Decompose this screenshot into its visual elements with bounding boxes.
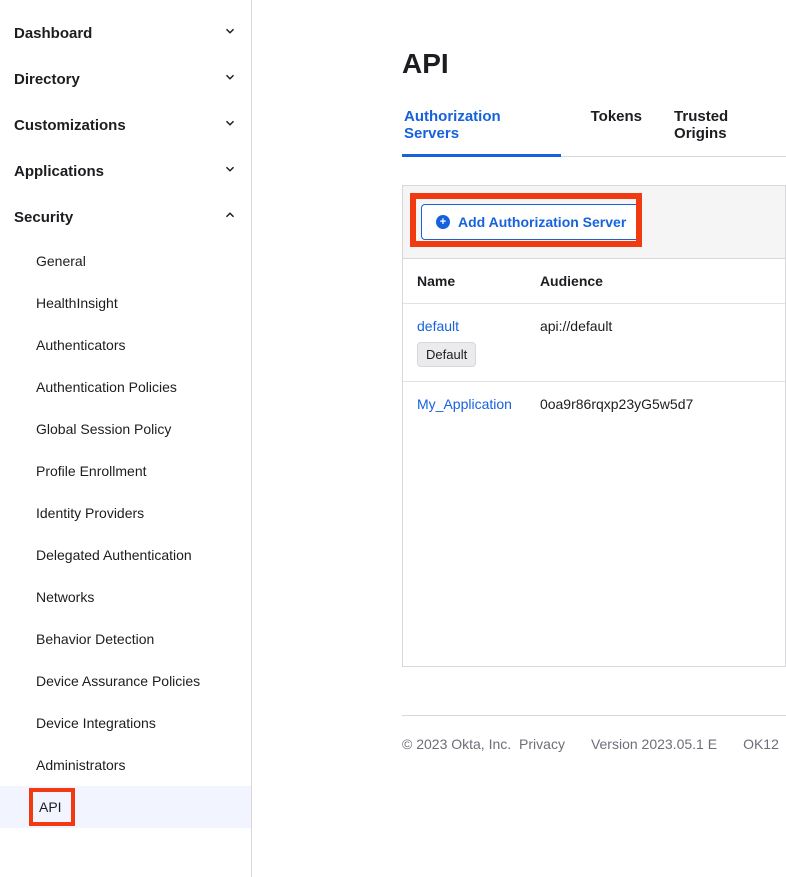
- col-name: Name: [403, 259, 526, 304]
- sidebar-sub-networks[interactable]: Networks: [0, 576, 251, 618]
- table-row: My_Application 0oa9r86rqxp23yG5w5d7: [403, 382, 785, 427]
- add-authorization-server-button[interactable]: + Add Authorization Server: [421, 204, 641, 240]
- sidebar-item-security[interactable]: Security: [0, 194, 251, 240]
- sidebar-sub-api[interactable]: API: [0, 786, 251, 828]
- chevron-down-icon: [223, 162, 237, 180]
- footer-privacy-link[interactable]: Privacy: [519, 736, 565, 752]
- sidebar-item-label: Directory: [14, 71, 80, 88]
- sidebar-sub-device-assurance-policies[interactable]: Device Assurance Policies: [0, 660, 251, 702]
- sidebar-sub-administrators[interactable]: Administrators: [0, 744, 251, 786]
- authorization-servers-panel: + Add Authorization Server Name Audience…: [402, 185, 786, 667]
- chevron-down-icon: [223, 116, 237, 134]
- sidebar-sub-profile-enrollment[interactable]: Profile Enrollment: [0, 450, 251, 492]
- sidebar-item-label: Security: [14, 209, 73, 226]
- chevron-down-icon: [223, 70, 237, 88]
- tab-authorization-servers[interactable]: Authorization Servers: [402, 108, 561, 157]
- sidebar-sub-behavior-detection[interactable]: Behavior Detection: [0, 618, 251, 660]
- table-row: default Default api://default: [403, 304, 785, 382]
- chevron-down-icon: [223, 24, 237, 42]
- panel-spacer: [403, 426, 785, 666]
- chevron-up-icon: [223, 208, 237, 226]
- tab-trusted-origins[interactable]: Trusted Origins: [672, 108, 786, 156]
- server-name-link[interactable]: default: [417, 318, 459, 334]
- audience-cell: api://default: [526, 304, 785, 382]
- sidebar-sub-delegated-authentication[interactable]: Delegated Authentication: [0, 534, 251, 576]
- sidebar: Dashboard Directory Customizations Appli…: [0, 0, 252, 877]
- sidebar-item-customizations[interactable]: Customizations: [0, 102, 251, 148]
- footer-version: Version 2023.05.1 E: [591, 736, 717, 752]
- tab-tokens[interactable]: Tokens: [589, 108, 644, 156]
- audience-cell: 0oa9r86rqxp23yG5w5d7: [526, 382, 785, 427]
- sidebar-sub-device-integrations[interactable]: Device Integrations: [0, 702, 251, 744]
- sidebar-sub-authentication-policies[interactable]: Authentication Policies: [0, 366, 251, 408]
- footer: © 2023 Okta, Inc. Privacy Version 2023.0…: [402, 715, 786, 752]
- add-button-label: Add Authorization Server: [458, 214, 626, 230]
- tabs: Authorization Servers Tokens Trusted Ori…: [402, 108, 786, 157]
- page-title: API: [402, 48, 786, 80]
- server-name-link[interactable]: My_Application: [417, 396, 512, 412]
- sidebar-item-applications[interactable]: Applications: [0, 148, 251, 194]
- footer-cell: OK12: [743, 736, 779, 752]
- col-audience: Audience: [526, 259, 785, 304]
- sidebar-sub-global-session-policy[interactable]: Global Session Policy: [0, 408, 251, 450]
- sidebar-item-label: Applications: [14, 163, 104, 180]
- default-badge: Default: [417, 342, 476, 367]
- sidebar-item-label: Dashboard: [14, 25, 92, 42]
- sidebar-item-dashboard[interactable]: Dashboard: [0, 10, 251, 56]
- main-content: API Authorization Servers Tokens Trusted…: [252, 0, 786, 877]
- plus-circle-icon: +: [436, 215, 450, 229]
- sidebar-item-directory[interactable]: Directory: [0, 56, 251, 102]
- sidebar-sub-general[interactable]: General: [0, 240, 251, 282]
- sidebar-sub-authenticators[interactable]: Authenticators: [0, 324, 251, 366]
- sidebar-item-label: Customizations: [14, 117, 126, 134]
- sidebar-sub-identity-providers[interactable]: Identity Providers: [0, 492, 251, 534]
- footer-copyright: © 2023 Okta, Inc. Privacy: [402, 736, 565, 752]
- sidebar-sub-healthinsight[interactable]: HealthInsight: [0, 282, 251, 324]
- panel-toolbar: + Add Authorization Server: [403, 186, 785, 259]
- authorization-servers-table: Name Audience default Default api://defa…: [403, 259, 785, 426]
